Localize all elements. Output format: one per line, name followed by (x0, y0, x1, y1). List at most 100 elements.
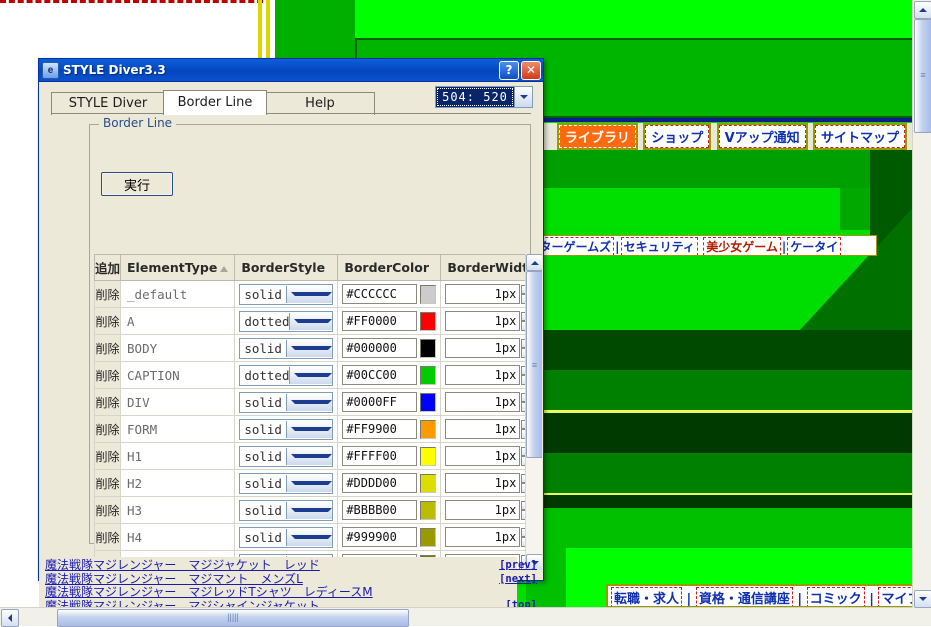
delete-button[interactable]: 削除 (94, 523, 122, 551)
border-color-input[interactable]: #CCCCCC (342, 284, 418, 304)
tab-style-diver[interactable]: STYLE Diver (51, 92, 165, 115)
tab-border-line[interactable]: Border Line (163, 90, 267, 115)
border-width-input[interactable]: 1px (445, 446, 521, 466)
color-swatch[interactable] (420, 392, 437, 412)
delete-button[interactable]: 削除 (94, 496, 122, 524)
sub-navigation-bar[interactable]: クターゲームズ | セキュリティ 美少女ゲーム | ケータイ (521, 235, 877, 256)
border-width-input[interactable]: 1px (445, 419, 521, 439)
border-width-input[interactable]: 1px (445, 338, 521, 358)
site-navigation-bar[interactable]: ﾘ ライブラリ ショップ Vアップ通知 サイトマップ ヘルプ (530, 123, 915, 151)
botnav-item-jobs[interactable]: 転職・求人 (611, 587, 683, 606)
delete-button[interactable]: 削除 (94, 388, 122, 416)
nav-item-library[interactable]: ライブラリ (556, 123, 638, 150)
style-diver-dialog[interactable]: e STYLE Diver3.3 ? ✕ STYLE Diver Border … (38, 58, 544, 623)
border-width-input[interactable]: 1px (445, 365, 521, 385)
border-color-input[interactable]: #999900 (342, 527, 418, 547)
border-style-select[interactable]: solid (239, 472, 334, 494)
botnav-item-courses[interactable]: 資格・通信講座 (695, 587, 793, 606)
scroll-left-button[interactable] (1, 609, 19, 627)
run-button[interactable]: 実行 (101, 172, 173, 196)
delete-button[interactable]: 削除 (94, 361, 122, 389)
vertical-scrollbar[interactable]: ≡ (912, 0, 931, 608)
pagination-links[interactable]: [prev] [next] [top] (493, 559, 537, 613)
table-scroll-up-button[interactable] (526, 254, 542, 271)
product-link-3[interactable]: 魔法戦隊マジレンジャー マジレッドTシャツ レディースM (45, 585, 511, 600)
delete-button[interactable]: 削除 (94, 469, 122, 497)
chevron-down-icon[interactable] (514, 87, 532, 107)
botnav-item-comic[interactable]: コミック (806, 587, 865, 606)
border-width-input[interactable]: 1px (445, 284, 521, 304)
subnav-item-mobile[interactable]: ケータイ (787, 237, 842, 255)
border-color-input[interactable]: #000000 (342, 338, 418, 358)
color-swatch[interactable] (420, 419, 437, 439)
border-style-select[interactable]: solid (239, 499, 334, 521)
border-rules-table[interactable]: 追加 ElementType BorderStyle BorderColor B… (94, 254, 542, 570)
chevron-down-icon[interactable] (285, 474, 333, 492)
border-color-input[interactable]: #00CC00 (342, 365, 418, 385)
chevron-down-icon[interactable] (285, 447, 333, 465)
help-button[interactable]: ? (499, 60, 519, 80)
subnav-item-bishoujo[interactable]: 美少女ゲーム (703, 237, 781, 255)
next-link[interactable]: [next] (493, 573, 537, 587)
border-style-select[interactable]: solid (239, 283, 334, 305)
chevron-down-icon[interactable] (285, 420, 333, 438)
border-style-select[interactable]: solid (239, 445, 334, 467)
color-swatch[interactable] (420, 473, 437, 493)
product-link-1[interactable]: 魔法戦隊マジレンジャー マジジャケット レッド (45, 558, 511, 573)
delete-button[interactable]: 削除 (94, 415, 122, 443)
border-width-input[interactable]: 1px (445, 392, 521, 412)
color-swatch[interactable] (420, 311, 437, 331)
scroll-down-button[interactable] (914, 590, 931, 608)
header-add[interactable]: 追加 (94, 254, 122, 281)
color-swatch[interactable] (420, 527, 437, 547)
border-style-select[interactable]: dotted (239, 364, 334, 386)
border-color-input[interactable]: #BBBB00 (342, 500, 418, 520)
border-color-input[interactable]: #FF9900 (342, 419, 418, 439)
border-color-input[interactable]: #0000FF (342, 392, 418, 412)
border-width-input[interactable]: 1px (445, 473, 521, 493)
header-border-color[interactable]: BorderColor (337, 254, 442, 281)
horizontal-scroll-thumb[interactable]: ||||| (57, 609, 409, 627)
border-color-input[interactable]: #FF0000 (342, 311, 418, 331)
border-style-select[interactable]: solid (239, 337, 334, 359)
color-swatch[interactable] (420, 446, 437, 466)
size-combo[interactable]: 504: 520 (435, 86, 533, 108)
table-scroll-thumb[interactable]: ≡ (526, 271, 542, 458)
chevron-down-icon[interactable] (289, 312, 333, 330)
border-color-input[interactable]: #FFFF00 (342, 446, 418, 466)
border-style-select[interactable]: solid (239, 391, 334, 413)
color-swatch[interactable] (420, 338, 437, 358)
delete-button[interactable]: 削除 (94, 280, 122, 308)
border-style-select[interactable]: dotted (239, 310, 334, 332)
close-button[interactable]: ✕ (521, 60, 541, 80)
table-scrollbar[interactable]: ≡ (525, 254, 542, 570)
color-swatch[interactable] (420, 500, 437, 520)
subnav-item-security[interactable]: セキュリティ (620, 237, 698, 255)
border-style-select[interactable]: solid (239, 526, 334, 548)
horizontal-scrollbar[interactable]: ||||| (0, 607, 913, 627)
delete-button[interactable]: 削除 (94, 442, 122, 470)
border-width-input[interactable]: 1px (445, 527, 521, 547)
border-width-input[interactable]: 1px (445, 500, 521, 520)
chevron-down-icon[interactable] (285, 393, 333, 411)
nav-item-sitemap[interactable]: サイトマップ (812, 123, 907, 150)
delete-button[interactable]: 削除 (94, 334, 122, 362)
chevron-down-icon[interactable] (285, 501, 333, 519)
color-swatch[interactable] (420, 365, 437, 385)
chevron-down-icon[interactable] (289, 366, 333, 384)
chevron-down-icon[interactable] (285, 528, 333, 546)
prev-link[interactable]: [prev] (493, 559, 537, 573)
vertical-scroll-thumb[interactable]: ≡ (914, 19, 931, 133)
scroll-up-button[interactable] (914, 1, 931, 19)
header-border-style[interactable]: BorderStyle (234, 254, 339, 281)
chevron-down-icon[interactable] (285, 339, 333, 357)
chevron-down-icon[interactable] (285, 285, 333, 303)
nav-item-shop[interactable]: ショップ (643, 123, 712, 150)
nav-item-vup-notice[interactable]: Vアップ通知 (716, 123, 808, 150)
border-color-input[interactable]: #DDDD00 (342, 473, 418, 493)
header-element-type[interactable]: ElementType (120, 254, 236, 281)
dialog-titlebar[interactable]: e STYLE Diver3.3 ? ✕ (39, 59, 543, 82)
border-style-select[interactable]: solid (239, 418, 334, 440)
bottom-navigation-bar[interactable]: 転職・求人 | 資格・通信講座 | コミック | マイブック | サイドバ (606, 584, 924, 608)
tab-help[interactable]: Help (265, 92, 375, 115)
